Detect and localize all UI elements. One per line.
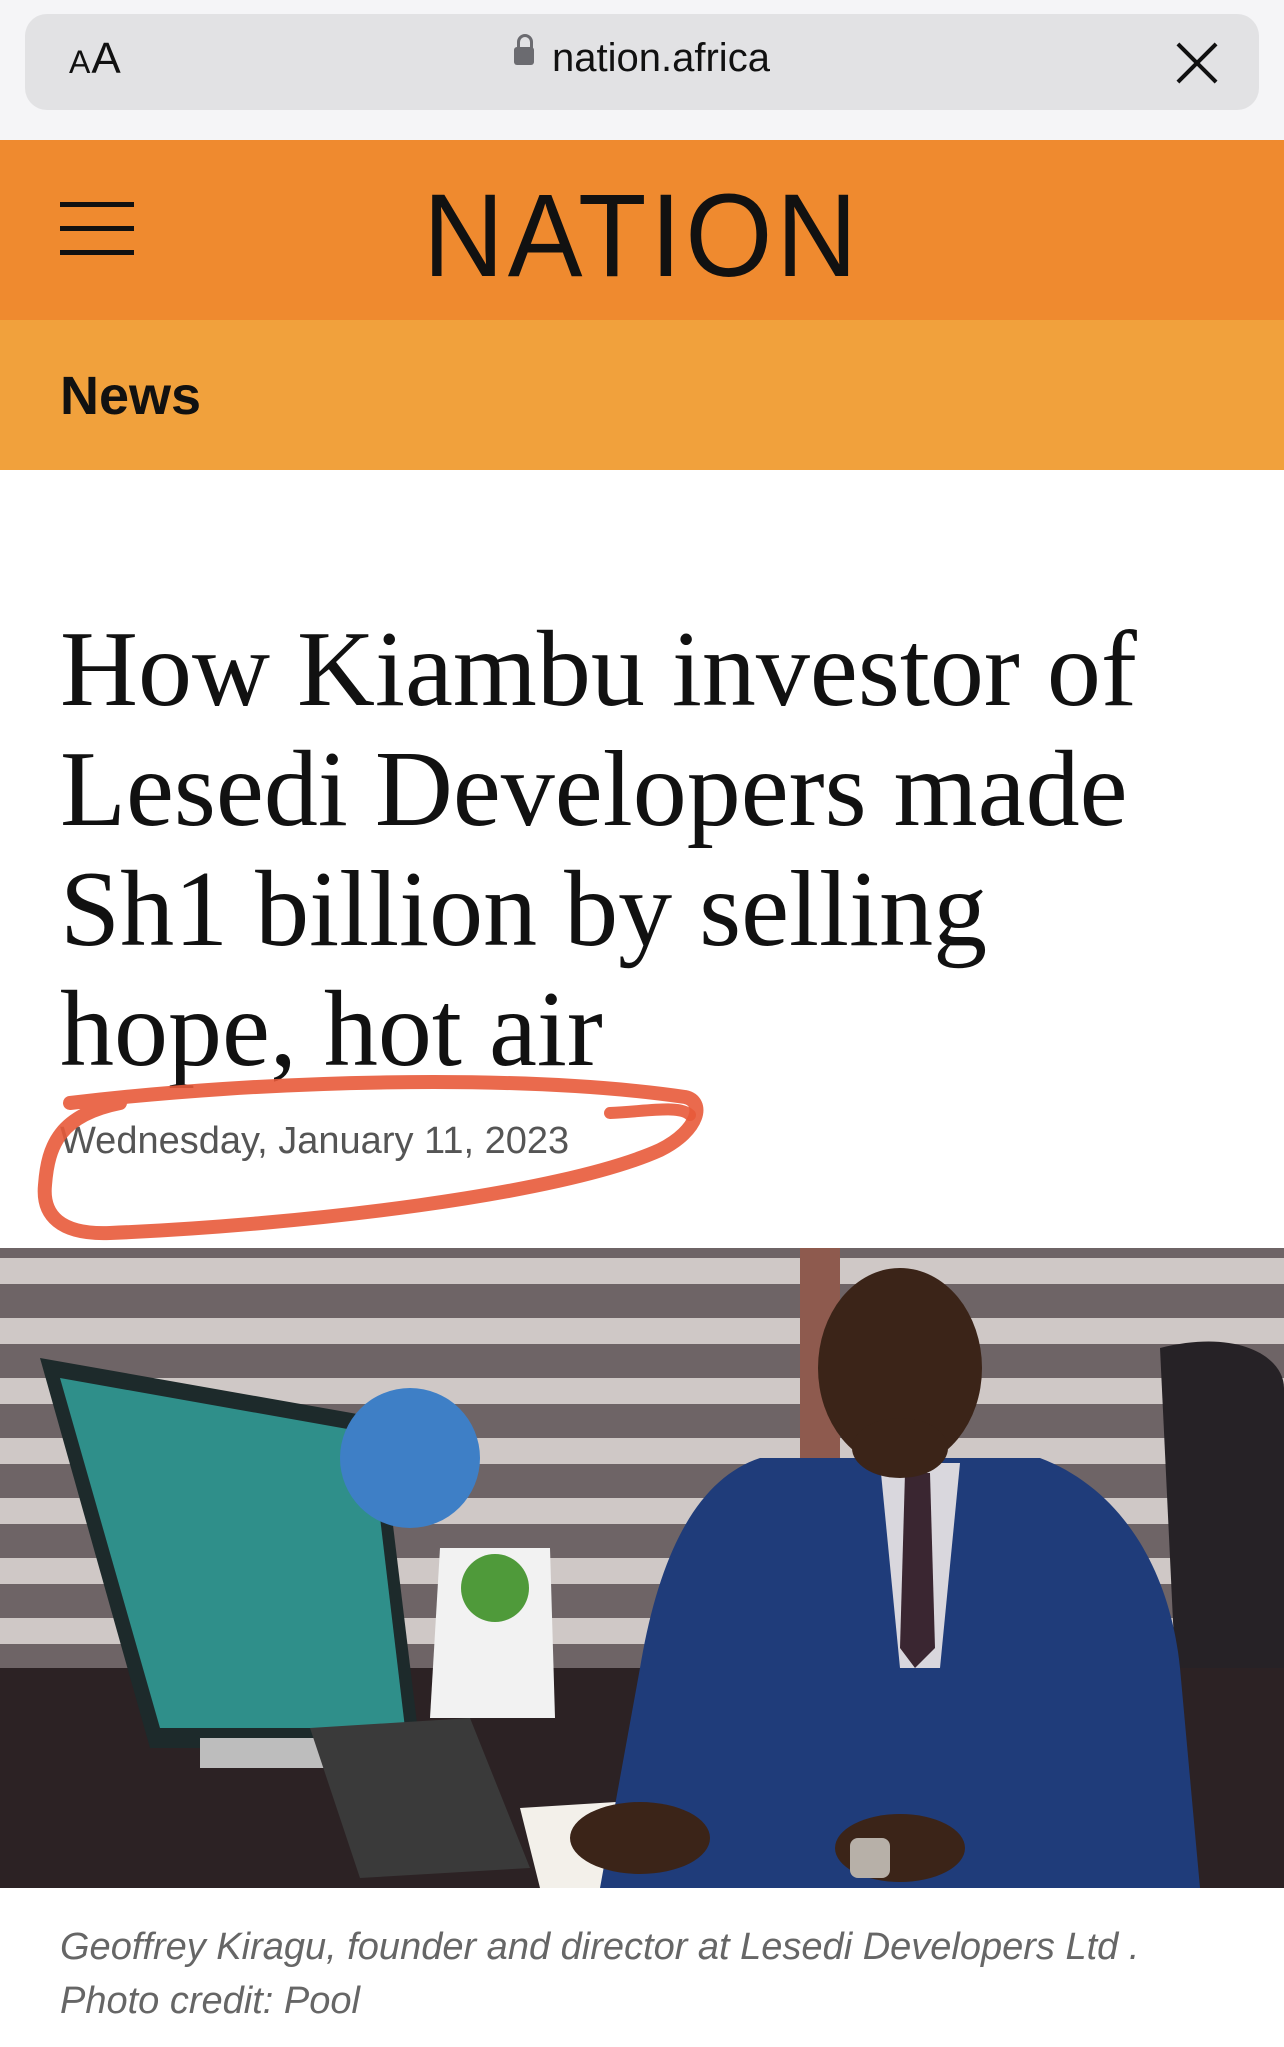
article-headline: How Kiambu investor of Lesedi Developers… <box>60 610 1137 1089</box>
section-link-news[interactable]: News <box>60 365 201 427</box>
photo-credit: Photo credit: Pool <box>60 1980 360 2022</box>
section-bar: News <box>0 320 1284 470</box>
article-photo <box>0 1248 1284 1888</box>
close-icon[interactable] <box>1173 38 1221 86</box>
annotation-circle <box>37 1075 704 1241</box>
photo-caption: Geoffrey Kiragu, founder and director at… <box>60 1920 1240 2028</box>
site-logo[interactable]: NATION <box>32 168 1252 304</box>
site-header: NATION <box>0 140 1284 320</box>
caption-text: Geoffrey Kiragu, founder and director at… <box>60 1926 1140 1968</box>
url-display[interactable]: nation.africa <box>25 34 1259 81</box>
lock-icon <box>514 34 535 66</box>
url-text: nation.africa <box>552 36 770 80</box>
address-bar[interactable]: AA nation.africa <box>25 14 1259 110</box>
browser-chrome: AA nation.africa <box>0 0 1284 140</box>
